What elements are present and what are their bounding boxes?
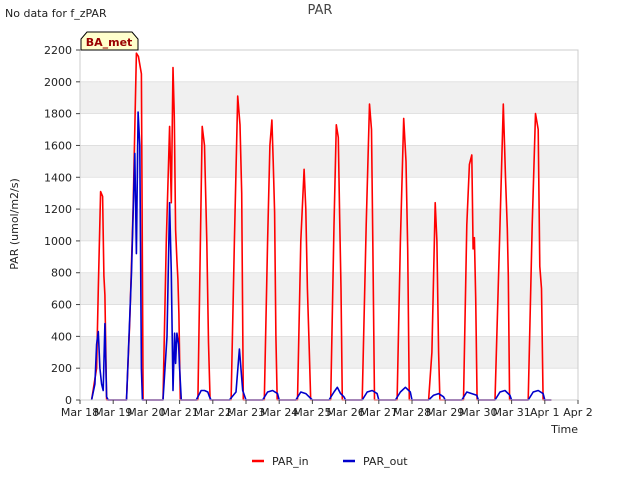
x-tick-label: Apr 2 (563, 406, 593, 419)
y-tick-label: 1200 (44, 203, 72, 216)
y-tick-label: 400 (51, 330, 72, 343)
y-tick-label: 1400 (44, 171, 72, 184)
background-band (80, 336, 578, 369)
x-tick-label: Apr 1 (530, 406, 560, 419)
x-tick-label: Mar 31 (492, 406, 530, 419)
y-tick-label: 2000 (44, 76, 72, 89)
site-badge: BA_met (80, 31, 139, 51)
y-tick-label: 600 (51, 299, 72, 312)
background-band (80, 272, 578, 305)
legend-label: PAR_in (272, 455, 309, 468)
par-chart: 0200400600800100012001400160018002000220… (8, 31, 593, 468)
y-tick-label: 1000 (44, 235, 72, 248)
y-tick-label: 2200 (44, 44, 72, 57)
x-axis-label: Time (550, 423, 578, 436)
badge-text: BA_met (86, 36, 133, 49)
x-axis-ticks: Mar 18Mar 19Mar 20Mar 21Mar 22Mar 23Mar … (61, 400, 593, 419)
y-axis-ticks: 0200400600800100012001400160018002000220… (44, 44, 80, 407)
y-tick-label: 800 (51, 267, 72, 280)
legend-label: PAR_out (363, 455, 408, 468)
y-axis-label: PAR (umol/m2/s) (8, 178, 21, 270)
y-tick-label: 1600 (44, 139, 72, 152)
background-band (80, 145, 578, 178)
background-band (80, 209, 578, 241)
legend: PAR_in PAR_out (252, 455, 408, 468)
y-tick-label: 200 (51, 362, 72, 375)
y-tick-label: 1800 (44, 108, 72, 121)
